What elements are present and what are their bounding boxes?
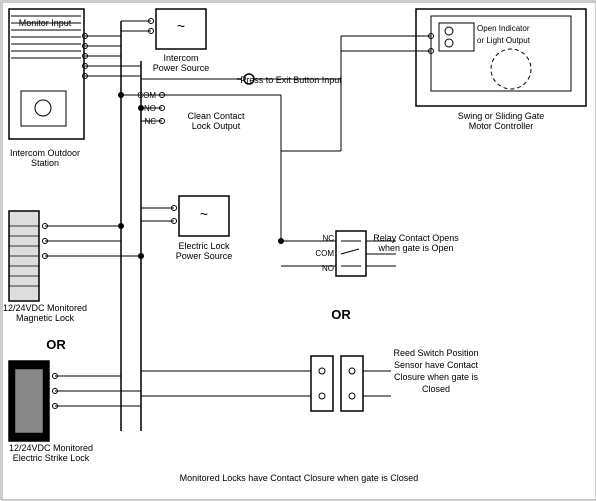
svg-text:Magnetic Lock: Magnetic Lock [16, 313, 75, 323]
svg-text:Motor Controller: Motor Controller [469, 121, 534, 131]
svg-text:or Light Output: or Light Output [477, 36, 531, 45]
svg-text:Monitor Input: Monitor Input [19, 18, 72, 28]
svg-text:Monitored Locks have Contact C: Monitored Locks have Contact Closure whe… [180, 473, 419, 483]
svg-text:Swing or Sliding Gate: Swing or Sliding Gate [458, 111, 545, 121]
svg-text:Station: Station [31, 158, 59, 168]
svg-text:Power Source: Power Source [176, 251, 233, 261]
wiring-diagram: Monitor Input Intercom Outdoor Station ~… [0, 0, 596, 500]
svg-text:Lock Output: Lock Output [192, 121, 241, 131]
svg-text:Electric Strike Lock: Electric Strike Lock [13, 453, 90, 463]
svg-text:Power Source: Power Source [153, 63, 210, 73]
svg-text:NC: NC [322, 234, 334, 243]
svg-text:Intercom: Intercom [163, 53, 198, 63]
svg-text:Electric Lock: Electric Lock [178, 241, 230, 251]
svg-text:Intercom Outdoor: Intercom Outdoor [10, 148, 80, 158]
svg-text:OR: OR [46, 337, 66, 352]
svg-text:when gate is Open: when gate is Open [377, 243, 453, 253]
svg-text:~: ~ [200, 206, 208, 222]
svg-text:Press to Exit Button Input: Press to Exit Button Input [240, 75, 342, 85]
svg-text:12/24VDC Monitored: 12/24VDC Monitored [9, 443, 93, 453]
svg-text:Closed: Closed [422, 384, 450, 394]
svg-text:~: ~ [177, 18, 185, 34]
svg-text:Closure when gate is: Closure when gate is [394, 372, 479, 382]
svg-text:NO: NO [322, 264, 334, 273]
svg-text:Clean Contact: Clean Contact [187, 111, 245, 121]
svg-text:Sensor have Contact: Sensor have Contact [394, 360, 479, 370]
svg-text:OR: OR [331, 307, 351, 322]
svg-text:COM: COM [315, 249, 334, 258]
svg-text:12/24VDC Monitored: 12/24VDC Monitored [3, 303, 87, 313]
svg-text:Reed Switch Position: Reed Switch Position [393, 348, 478, 358]
svg-text:Open Indicator: Open Indicator [477, 24, 530, 33]
